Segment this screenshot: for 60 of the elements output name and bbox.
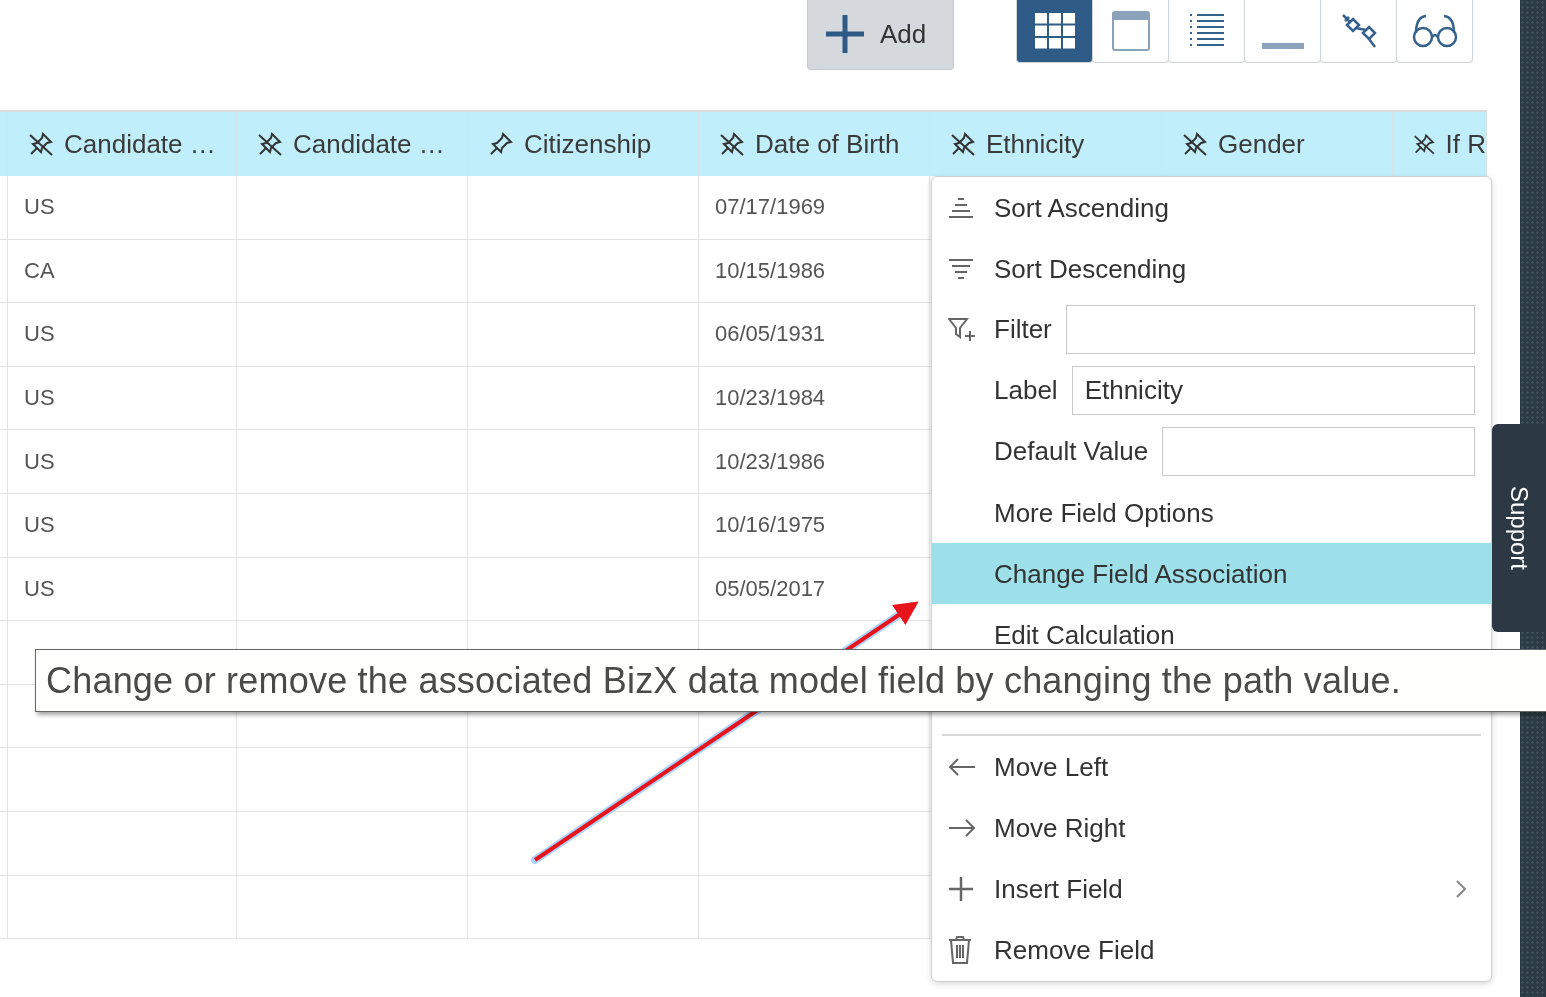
plus-icon <box>948 875 974 902</box>
unpinned-icon[interactable] <box>1182 131 1208 157</box>
arrow-right-icon <box>948 817 976 838</box>
column-header[interactable]: Gender <box>1162 112 1393 176</box>
plus-icon <box>826 15 864 53</box>
table-cell: US <box>8 493 237 558</box>
arrow-left-icon <box>948 756 976 777</box>
menu-item[interactable]: Insert Field <box>932 858 1491 919</box>
table-cell: 10/23/1986 <box>699 430 930 494</box>
table-cell: 10/15/1986 <box>699 239 930 304</box>
column-header[interactable]: Date of Birth <box>699 112 930 176</box>
table-cell: US <box>8 557 237 622</box>
table-cell: US <box>8 303 237 367</box>
unpinned-icon[interactable] <box>719 131 745 157</box>
menu-item[interactable]: Sort Descending <box>932 238 1491 299</box>
tooltip-text: Change or remove the associated BizX data model field by changing the path value. <box>46 659 1402 702</box>
table-cell: CA <box>8 239 237 304</box>
column-header[interactable]: Candidate … <box>237 112 468 176</box>
input-field[interactable] <box>1162 427 1475 476</box>
unpinned-icon[interactable] <box>950 131 976 157</box>
table-cell: 05/05/2017 <box>699 557 930 622</box>
menu-item[interactable]: Remove Field <box>932 919 1491 980</box>
list-icon <box>1188 13 1225 49</box>
column-header[interactable]: If R <box>1393 112 1487 176</box>
grid-icon <box>1034 13 1075 49</box>
column-header[interactable]: Candidate … <box>8 112 237 176</box>
filter-field[interactable] <box>1065 305 1475 354</box>
unpinned-icon[interactable] <box>257 131 283 157</box>
add-button[interactable]: Add <box>807 0 954 70</box>
field-label: Default Value <box>994 436 1149 467</box>
menu-item[interactable]: Change Field Association <box>932 543 1491 604</box>
column-header[interactable]: Citizenship <box>468 112 699 176</box>
trash-icon <box>948 935 972 964</box>
sort-descending-icon <box>948 257 974 280</box>
support-tab[interactable]: Support <box>1492 424 1546 632</box>
unpinned-icon[interactable] <box>28 131 54 157</box>
table-cell: US <box>8 430 237 494</box>
unpinned-icon[interactable] <box>1413 131 1436 157</box>
minimize-icon <box>1261 43 1304 49</box>
table-cell: 10/23/1984 <box>699 366 930 431</box>
input-field[interactable]: Ethnicity <box>1071 366 1475 415</box>
menu-item[interactable]: More Field Options <box>932 482 1491 543</box>
table-cell: 10/16/1975 <box>699 493 930 558</box>
window-icon <box>1111 11 1150 51</box>
table-cell: US <box>8 366 237 431</box>
table-cell: 06/05/1931 <box>699 303 930 367</box>
menu-item[interactable]: Move Left <box>932 736 1491 797</box>
table-cell: 07/17/1969 <box>699 176 930 240</box>
glasses-icon <box>1411 13 1458 49</box>
field-label: Filter <box>994 314 1052 345</box>
column-header[interactable]: Ethnicity <box>930 112 1162 176</box>
filter-add-icon <box>948 316 976 343</box>
field-label: Label <box>994 375 1058 406</box>
table-cell: US <box>8 176 237 240</box>
menu-item[interactable]: Sort Ascending <box>932 177 1491 238</box>
sort-ascending-icon <box>948 196 974 219</box>
menu-item[interactable]: Move Right <box>932 797 1491 858</box>
view-toggle-button[interactable] <box>1396 0 1473 63</box>
view-toggle-button[interactable] <box>1016 0 1093 63</box>
pin-icon[interactable] <box>488 131 514 157</box>
